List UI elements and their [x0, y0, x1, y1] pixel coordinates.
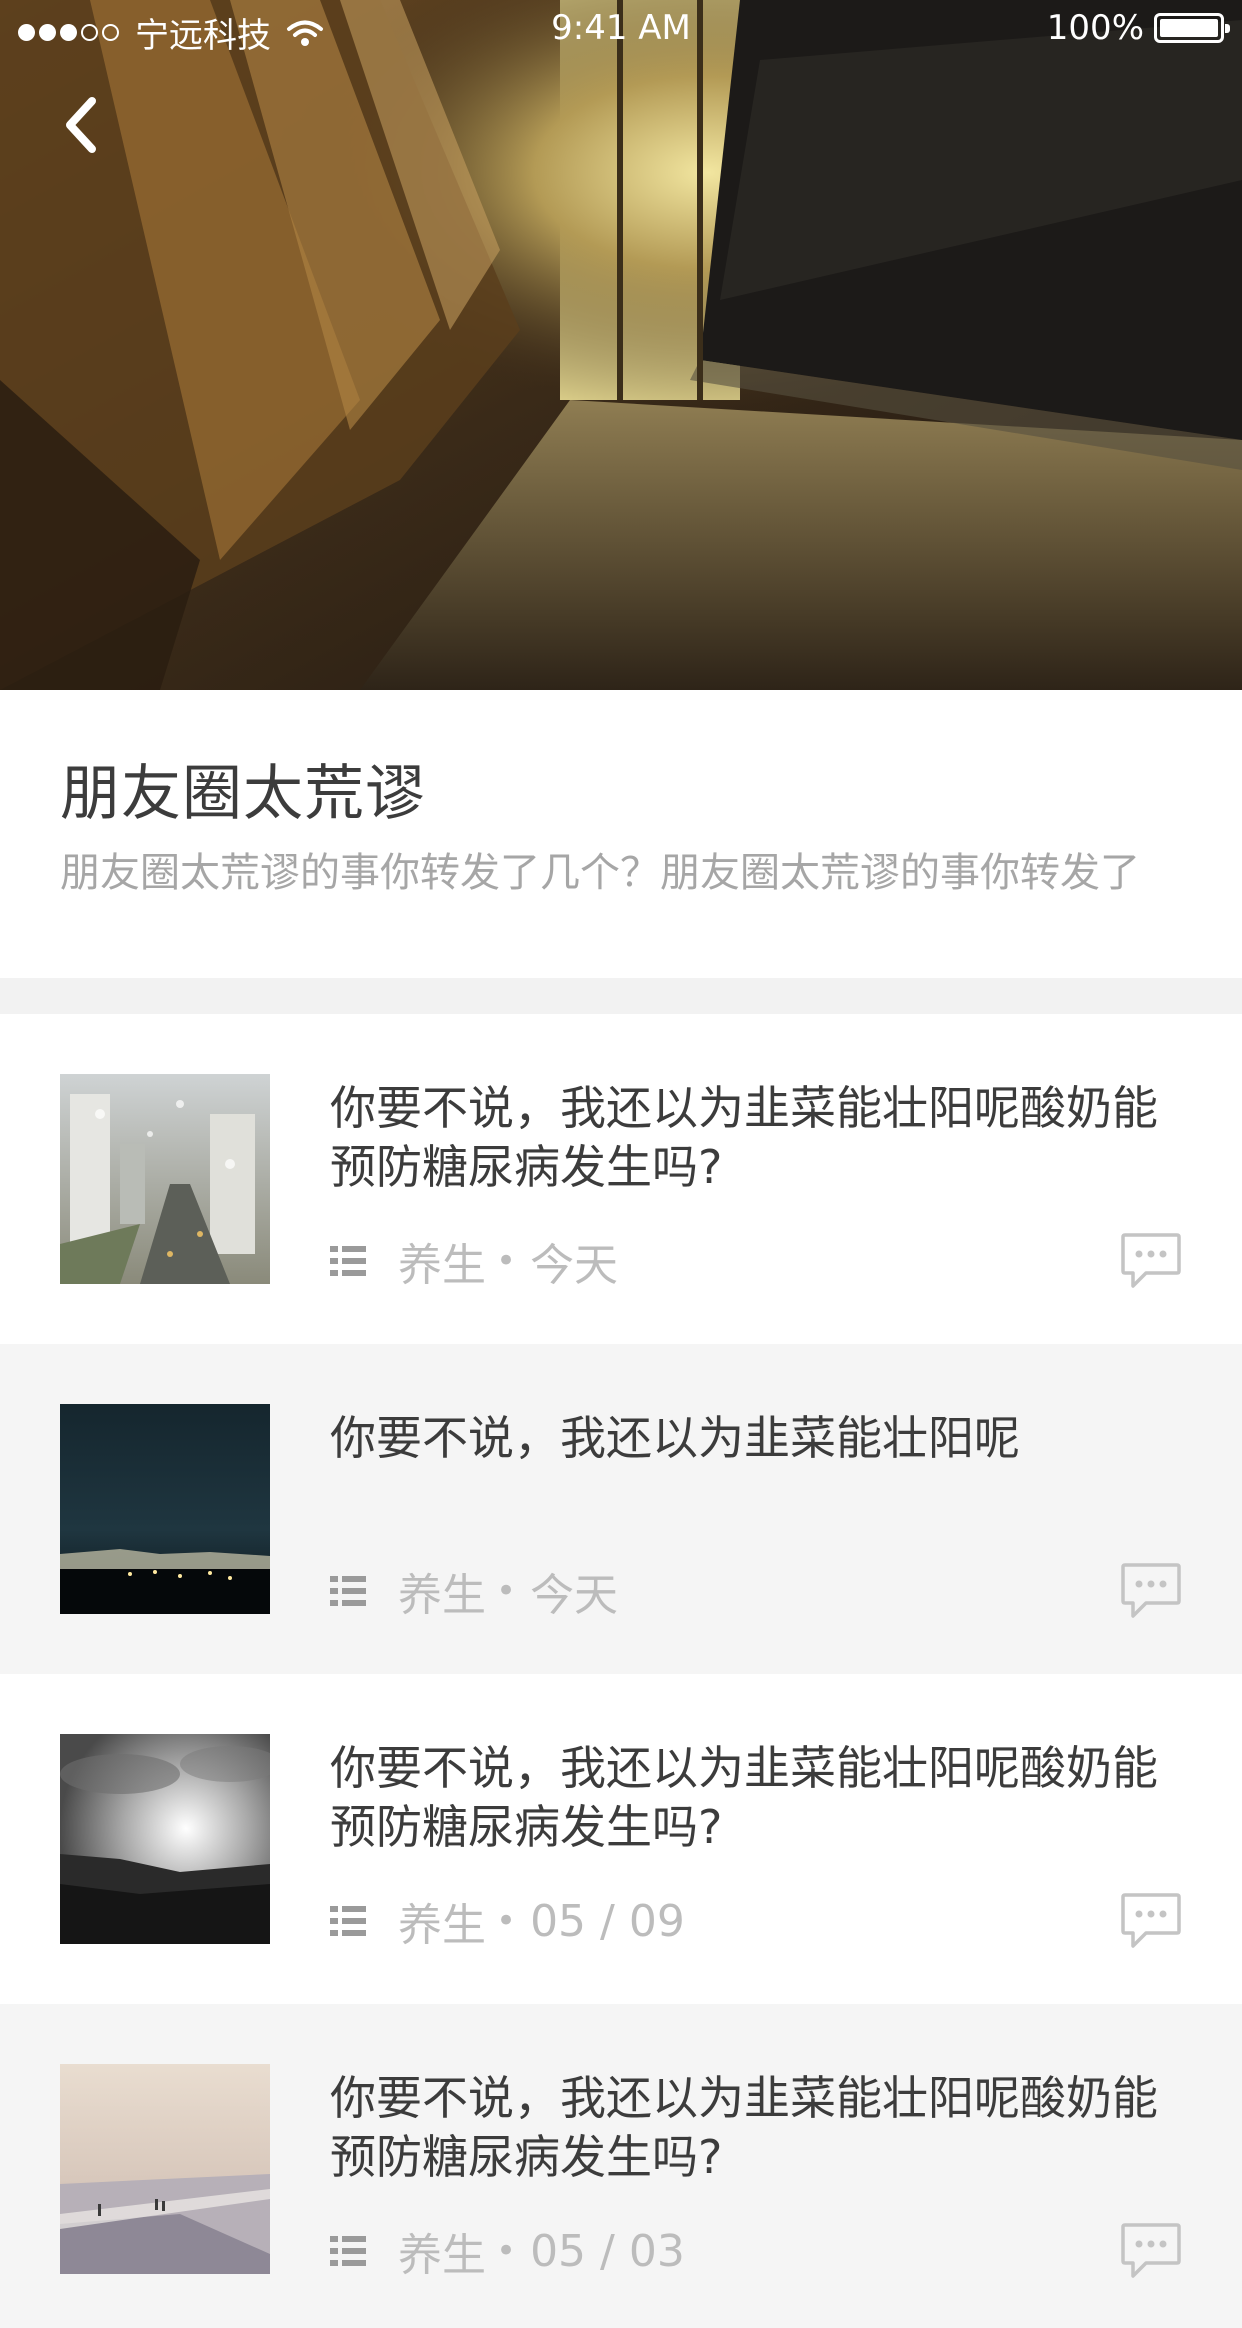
status-right: 100% [1046, 8, 1230, 48]
article-item[interactable]: 你要不说，我还以为韭菜能壮阳呢酸奶能预防糖尿病发生吗? 养生 • 05 / 03 [0, 2004, 1242, 2328]
article-meta: 养生 • 今天 [330, 1236, 618, 1291]
back-button[interactable] [50, 90, 110, 160]
article-meta: 养生 • 05 / 03 [330, 2225, 685, 2281]
article-title: 你要不说，我还以为韭菜能壮阳呢酸奶能预防糖尿病发生吗? [330, 1741, 1158, 1854]
article-category: 养生 [398, 1240, 486, 1291]
article-item[interactable]: 你要不说，我还以为韭菜能壮阳呢 养生 • 今天 [0, 1344, 1242, 1674]
meta-separator: • [496, 1241, 517, 1281]
article-thumbnail [60, 1074, 270, 1284]
article-category: 养生 [398, 1900, 486, 1951]
category-list-icon [330, 1576, 366, 1606]
comment-icon[interactable] [1120, 1232, 1182, 1290]
article-thumbnail [60, 1404, 270, 1614]
hero-image [0, 0, 1242, 690]
battery-percent: 100% [1046, 8, 1144, 48]
meta-separator: • [496, 2231, 517, 2271]
article-item[interactable]: 你要不说，我还以为韭菜能壮阳呢酸奶能预防糖尿病发生吗? 养生 • 今天 [0, 1014, 1242, 1344]
status-bar: 宁远科技 9:41 AM 100% [0, 0, 1242, 60]
article-date: 今天 [530, 1240, 619, 1291]
article-category: 养生 [398, 1570, 486, 1621]
category-list-icon [330, 1906, 366, 1936]
page-title: 朋友圈太荒谬 [60, 759, 426, 829]
article-meta: 养生 • 05 / 09 [330, 1895, 685, 1951]
comment-icon[interactable] [1120, 1892, 1182, 1950]
article-title: 你要不说，我还以为韭菜能壮阳呢酸奶能预防糖尿病发生吗? [330, 2071, 1158, 2184]
article-category: 养生 [398, 2230, 486, 2281]
article-item[interactable]: 你要不说，我还以为韭菜能壮阳呢酸奶能预防糖尿病发生吗? 养生 • 05 / 09 [0, 1674, 1242, 2004]
hero-banner: 宁远科技 9:41 AM 100% [0, 0, 1242, 690]
chevron-left-icon [66, 97, 96, 153]
article-list: 你要不说，我还以为韭菜能壮阳呢酸奶能预防糖尿病发生吗? 养生 • 今天 你要不说… [0, 1014, 1242, 2328]
topic-intro: 朋友圈太荒谬 朋友圈太荒谬的事你转发了几个？朋友圈太荒谬的事你转发了 [0, 690, 1242, 978]
article-thumbnail [60, 1734, 270, 1944]
category-list-icon [330, 2236, 366, 2266]
comment-icon[interactable] [1120, 1562, 1182, 1620]
section-divider [0, 978, 1242, 1014]
comment-icon[interactable] [1120, 2222, 1182, 2280]
article-title: 你要不说，我还以为韭菜能壮阳呢酸奶能预防糖尿病发生吗? [330, 1081, 1158, 1194]
meta-separator: • [496, 1571, 517, 1611]
category-list-icon [330, 1246, 366, 1276]
article-title: 你要不说，我还以为韭菜能壮阳呢 [330, 1411, 1020, 1465]
meta-separator: • [496, 1901, 517, 1941]
topic-description: 朋友圈太荒谬的事你转发了几个？朋友圈太荒谬的事你转发了 [60, 850, 1140, 896]
article-meta: 养生 • 今天 [330, 1566, 618, 1621]
battery-icon [1154, 13, 1230, 43]
article-date: 05 / 03 [530, 2225, 685, 2277]
article-date: 05 / 09 [530, 1895, 685, 1947]
article-thumbnail [60, 2064, 270, 2274]
article-date: 今天 [530, 1570, 619, 1621]
